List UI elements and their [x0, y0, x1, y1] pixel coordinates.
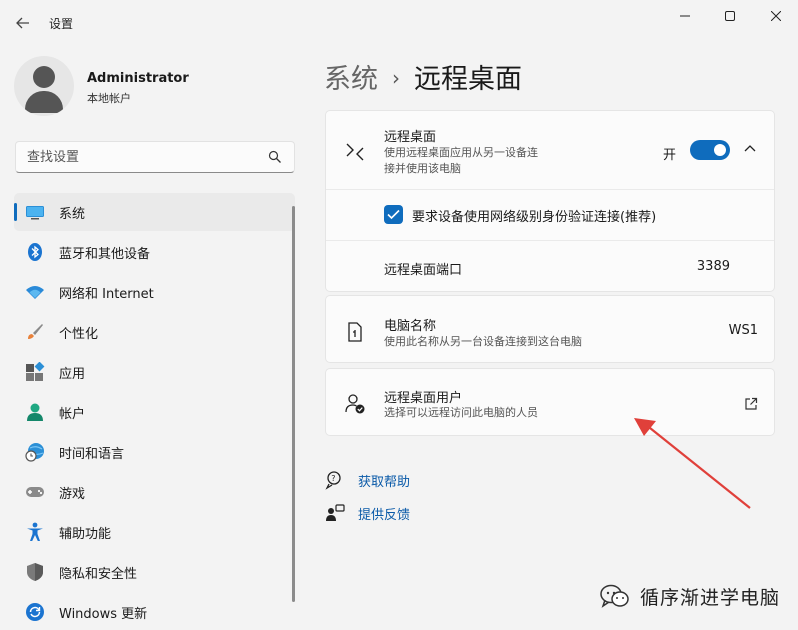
sidebar-item-label: 时间和语言 [59, 446, 125, 462]
port-row: 远程桌面端口 3389 [326, 240, 774, 291]
title-bar: 设置 [0, 0, 798, 44]
watermark-text: 循序渐进学电脑 [640, 587, 781, 609]
back-arrow-icon [16, 17, 29, 29]
globe-clock-icon [25, 443, 44, 462]
minimize-icon [680, 15, 690, 17]
monitor-icon [26, 206, 44, 220]
annotation-arrow [634, 418, 751, 509]
port-label: 远程桌面端口 [384, 263, 463, 278]
remote-desktop-title: 远程桌面 [384, 130, 437, 145]
external-link-icon[interactable] [744, 397, 758, 411]
feedback-label: 提供反馈 [358, 507, 411, 523]
pc-name-value: WS1 [728, 323, 758, 338]
sidebar-item-bluetooth[interactable]: 蓝牙和其他设备 [14, 233, 295, 271]
sidebar-item-windows-update[interactable]: Windows 更新 [14, 593, 295, 630]
person-icon [27, 403, 43, 421]
pc-name-icon [348, 322, 362, 342]
sidebar-item-apps[interactable]: 应用 [14, 353, 295, 391]
sidebar-item-label: 网络和 Internet [59, 286, 154, 302]
svg-text:?: ? [331, 474, 335, 483]
pc-name-description: 使用此名称从另一台设备连接到这台电脑 [384, 335, 582, 348]
pc-name-row[interactable]: 电脑名称 使用此名称从另一台设备连接到这台电脑 WS1 [326, 296, 774, 362]
sidebar-item-label: 帐户 [59, 406, 86, 422]
nla-checkbox[interactable] [384, 205, 403, 224]
account-type: 本地帐户 [87, 92, 131, 105]
sidebar-item-personalization[interactable]: 个性化 [14, 313, 295, 351]
avatar [14, 56, 74, 116]
sidebar-item-privacy[interactable]: 隐私和安全性 [14, 553, 295, 591]
sidebar-item-system[interactable]: 系统 [14, 193, 295, 231]
update-icon [26, 603, 44, 621]
breadcrumb: 系统 › 远程桌面 [324, 57, 522, 96]
sidebar-item-label: 蓝牙和其他设备 [59, 246, 151, 262]
search-icon[interactable] [268, 150, 282, 164]
back-button[interactable] [12, 12, 34, 34]
remote-desktop-description-line1: 使用远程桌面应用从另一设备连 [384, 146, 538, 159]
feedback-icon [326, 504, 345, 521]
sidebar-scrollbar[interactable] [292, 206, 295, 602]
close-icon [771, 11, 781, 21]
remote-desktop-row[interactable]: 远程桌面 使用远程桌面应用从另一设备连 接并使用该电脑 开 [326, 111, 774, 189]
sidebar-item-label: 个性化 [59, 326, 99, 342]
breadcrumb-separator: › [392, 66, 400, 90]
toggle-state-label: 开 [663, 148, 677, 163]
sidebar-item-label: Windows 更新 [59, 606, 148, 622]
nla-row: 要求设备使用网络级别身份验证连接(推荐) [326, 189, 774, 240]
sidebar-item-label: 系统 [59, 206, 86, 222]
remote-desktop-toggle[interactable] [690, 140, 730, 160]
watermark: 循序渐进学电脑 [600, 583, 780, 610]
pc-name-card: 电脑名称 使用此名称从另一台设备连接到这台电脑 WS1 [325, 295, 775, 363]
get-help-label: 获取帮助 [358, 474, 411, 490]
paintbrush-icon [28, 324, 43, 339]
port-value: 3389 [696, 259, 730, 274]
maximize-button[interactable] [712, 4, 748, 28]
breadcrumb-parent[interactable]: 系统 [324, 64, 378, 95]
app-title: 设置 [49, 17, 74, 31]
sidebar-item-label: 隐私和安全性 [59, 566, 138, 582]
sidebar-item-label: 辅助功能 [59, 526, 112, 542]
close-button[interactable] [758, 4, 794, 28]
sidebar-nav: 系统 蓝牙和其他设备 网络和 Internet 个性化 应用 帐户 时间和语言 … [14, 193, 295, 630]
search-box[interactable] [15, 141, 295, 173]
minimize-button[interactable] [667, 4, 703, 28]
sidebar-item-label: 游戏 [59, 486, 86, 502]
checkmark-icon [387, 209, 400, 220]
sidebar-item-accounts[interactable]: 帐户 [14, 393, 295, 431]
remote-desktop-icon [346, 143, 364, 161]
wechat-icon [600, 584, 629, 608]
feedback-link[interactable]: 提供反馈 [325, 503, 410, 523]
wifi-icon [26, 286, 44, 299]
sidebar-item-accessibility[interactable]: 辅助功能 [14, 513, 295, 551]
remote-desktop-description-line2: 接并使用该电脑 [384, 162, 461, 175]
remote-users-title: 远程桌面用户 [384, 391, 463, 406]
bluetooth-icon [28, 243, 42, 261]
pc-name-title: 电脑名称 [384, 319, 437, 334]
sidebar-item-gaming[interactable]: 游戏 [14, 473, 295, 511]
gamepad-icon [26, 487, 44, 497]
remote-users-description: 选择可以远程访问此电脑的人员 [384, 406, 538, 419]
page-title: 远程桌面 [414, 64, 522, 95]
user-name: Administrator [87, 71, 189, 86]
chevron-up-icon[interactable] [742, 141, 758, 157]
sidebar-item-label: 应用 [59, 366, 86, 382]
sidebar-item-network[interactable]: 网络和 Internet [14, 273, 295, 311]
apps-icon [26, 362, 45, 381]
sidebar-item-time-language[interactable]: 时间和语言 [14, 433, 295, 471]
remote-desktop-card: 远程桌面 使用远程桌面应用从另一设备连 接并使用该电脑 开 要求设备使用网络级别… [325, 110, 775, 292]
person-check-icon [345, 394, 365, 414]
help-icon: ? [325, 471, 341, 490]
search-input[interactable] [16, 142, 256, 172]
nla-checkbox-label[interactable]: 要求设备使用网络级别身份验证连接(推荐) [412, 206, 656, 225]
get-help-link[interactable]: ? 获取帮助 [325, 470, 410, 490]
accessibility-icon [27, 522, 43, 541]
maximize-icon [725, 11, 735, 21]
shield-icon [27, 563, 43, 581]
